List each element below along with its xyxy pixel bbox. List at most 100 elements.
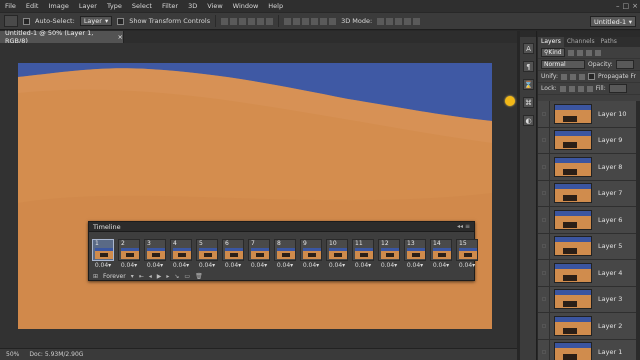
align-middle-icon[interactable] <box>230 17 238 25</box>
document-tab[interactable]: Untitled-1 @ 50% (Layer 1, RGB/8) × <box>0 29 124 45</box>
3d-scale-icon[interactable] <box>413 17 421 25</box>
previous-frame-icon[interactable]: ◂ <box>149 273 152 280</box>
paragraph-panel-icon[interactable]: ¶ <box>523 61 534 72</box>
close-window-button[interactable]: × <box>632 2 638 10</box>
unify-visibility-icon[interactable] <box>570 73 577 80</box>
frame-delay[interactable]: 0.04▾ <box>144 262 166 269</box>
list-item[interactable]: Layer 6 <box>538 206 640 234</box>
propagate-frame-checkbox[interactable] <box>588 73 596 80</box>
minimize-button[interactable]: – <box>616 2 620 10</box>
frame-delay[interactable]: 0.04▾ <box>352 262 374 269</box>
list-item[interactable]: Layer 5 <box>538 233 640 260</box>
filter-type-icon[interactable] <box>585 49 592 56</box>
auto-select-checkbox[interactable] <box>23 17 30 25</box>
visibility-toggle[interactable] <box>538 312 550 339</box>
lock-transparency-icon[interactable] <box>559 85 566 92</box>
distribute-middle-icon[interactable] <box>293 17 301 25</box>
frame-11[interactable]: 11 0.04▾ <box>352 239 374 269</box>
tool-presets-icon[interactable]: ⌘ <box>523 97 534 108</box>
menu-3d[interactable]: 3D <box>183 2 202 10</box>
list-item[interactable]: Layer 10 <box>538 101 640 128</box>
maximize-button[interactable]: □ <box>623 2 630 10</box>
distribute-left-icon[interactable] <box>311 17 319 25</box>
workspace-dropdown[interactable]: Untitled-1 ▾ <box>590 16 636 27</box>
list-item[interactable]: Layer 2 <box>538 312 640 340</box>
panel-menu-icon[interactable]: ◂◂ ≡ <box>457 223 470 230</box>
distribute-top-icon[interactable] <box>284 17 292 25</box>
frame-13[interactable]: 13 0.04▾ <box>404 239 426 269</box>
frame-delay[interactable]: 0.04▾ <box>196 262 218 269</box>
menu-view[interactable]: View <box>202 2 227 10</box>
frame-5[interactable]: 5 0.04▾ <box>196 239 218 269</box>
menu-image[interactable]: Image <box>43 2 73 10</box>
3d-slide-icon[interactable] <box>404 17 412 25</box>
character-panel-icon[interactable]: A <box>523 43 534 54</box>
lock-pixels-icon[interactable] <box>568 85 575 92</box>
tab-channels[interactable]: Channels <box>564 37 598 47</box>
visibility-toggle[interactable] <box>538 206 550 233</box>
menu-select[interactable]: Select <box>127 2 157 10</box>
adjustments-panel-icon[interactable]: ◐ <box>523 115 534 126</box>
menu-window[interactable]: Window <box>228 2 264 10</box>
list-item[interactable]: Layer 1 <box>538 339 640 360</box>
frame-7[interactable]: 7 0.04▾ <box>248 239 270 269</box>
unify-position-icon[interactable] <box>561 73 568 80</box>
distribute-center-icon[interactable] <box>320 17 328 25</box>
visibility-toggle[interactable] <box>538 339 550 360</box>
distribute-right-icon[interactable] <box>329 17 337 25</box>
desert-image[interactable] <box>18 63 492 329</box>
lock-position-icon[interactable] <box>577 85 584 92</box>
frame-3[interactable]: 3 0.04▾ <box>144 239 166 269</box>
align-left-icon[interactable] <box>248 17 256 25</box>
frame-delay[interactable]: 0.04▾ <box>378 262 400 269</box>
list-item[interactable]: Layer 4 <box>538 259 640 287</box>
opacity-field[interactable] <box>615 60 634 69</box>
menu-help[interactable]: Help <box>263 2 288 10</box>
frame-2[interactable]: 2 0.04▾ <box>118 239 140 269</box>
frame-delay[interactable]: 0.04▾ <box>430 262 452 269</box>
duplicate-frame-icon[interactable]: ▭ <box>184 273 190 280</box>
first-frame-icon[interactable]: ⇤ <box>139 273 144 280</box>
unify-style-icon[interactable] <box>579 73 586 80</box>
frame-delay[interactable]: 0.04▾ <box>248 262 270 269</box>
visibility-toggle[interactable] <box>538 259 550 286</box>
loop-dropdown[interactable]: Forever <box>103 273 126 280</box>
next-frame-icon[interactable]: ▸ <box>166 273 169 280</box>
frame-delay[interactable]: 0.04▾ <box>170 262 192 269</box>
close-icon[interactable]: × <box>118 33 123 41</box>
blend-mode-dropdown[interactable]: Normal <box>541 60 585 69</box>
align-bottom-icon[interactable] <box>239 17 247 25</box>
visibility-toggle[interactable] <box>538 101 550 127</box>
filter-shape-icon[interactable] <box>594 49 601 56</box>
menu-file[interactable]: File <box>0 2 21 10</box>
filter-adjustment-icon[interactable] <box>576 49 583 56</box>
visibility-toggle[interactable] <box>538 153 550 180</box>
frame-15[interactable]: 15 0.04▾ <box>456 239 478 269</box>
history-panel-icon[interactable]: ⌛ <box>523 79 534 90</box>
frame-delay[interactable]: 0.04▾ <box>300 262 322 269</box>
visibility-toggle[interactable] <box>538 127 550 154</box>
menu-layer[interactable]: Layer <box>74 2 102 10</box>
delete-frame-icon[interactable]: 🗑 <box>195 273 203 280</box>
3d-pan-icon[interactable] <box>395 17 403 25</box>
frame-6[interactable]: 6 0.04▾ <box>222 239 244 269</box>
list-item[interactable]: Layer 3 <box>538 286 640 313</box>
menu-type[interactable]: Type <box>102 2 127 10</box>
convert-timeline-icon[interactable]: ⊞ <box>93 273 98 280</box>
tab-layers[interactable]: Layers <box>538 37 564 47</box>
frame-14[interactable]: 14 0.04▾ <box>430 239 452 269</box>
menu-edit[interactable]: Edit <box>21 2 44 10</box>
visibility-toggle[interactable] <box>538 286 550 313</box>
frame-delay[interactable]: 0.04▾ <box>326 262 348 269</box>
visibility-toggle[interactable] <box>538 233 550 260</box>
frame-delay[interactable]: 0.04▾ <box>274 262 296 269</box>
align-top-icon[interactable] <box>221 17 229 25</box>
tween-icon[interactable]: ↘ <box>174 273 179 280</box>
list-item[interactable]: Layer 8 <box>538 153 640 181</box>
align-right-icon[interactable] <box>266 17 274 25</box>
frame-delay[interactable]: 0.04▾ <box>118 262 140 269</box>
frame-1[interactable]: 1 0.04▾ <box>92 239 114 269</box>
fill-field[interactable] <box>608 84 627 93</box>
frame-10[interactable]: 10 0.04▾ <box>326 239 348 269</box>
lock-all-icon[interactable] <box>586 85 593 92</box>
